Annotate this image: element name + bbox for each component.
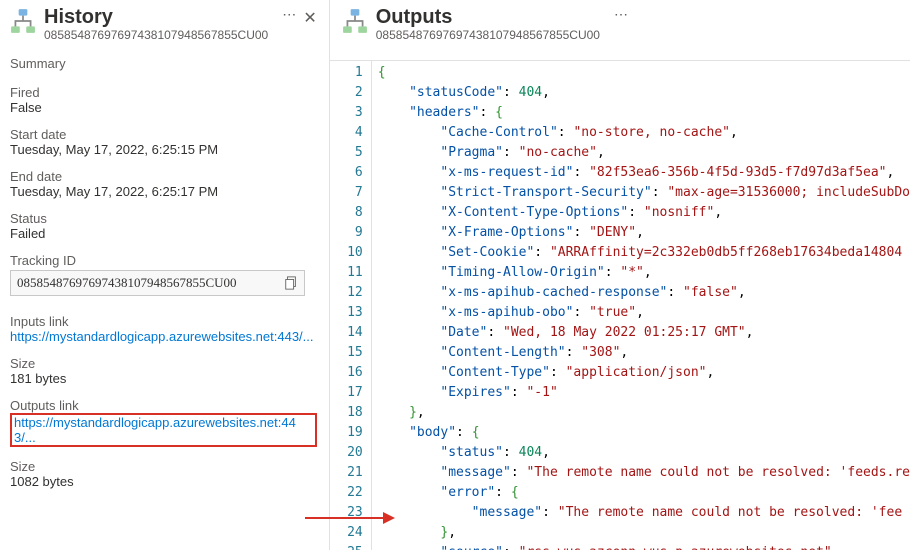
outputs-run-id: 08585487697697438107948567855CU00 bbox=[376, 28, 600, 42]
copy-icon[interactable] bbox=[284, 276, 298, 290]
summary-label: Summary bbox=[10, 56, 317, 71]
outputs-pane: Outputs 08585487697697438107948567855CU0… bbox=[330, 0, 910, 550]
start-date-value: Tuesday, May 17, 2022, 6:25:15 PM bbox=[10, 142, 317, 157]
outputs-size-label: Size bbox=[10, 459, 317, 474]
code-body[interactable]: { "statusCode": 404, "headers": { "Cache… bbox=[372, 61, 910, 550]
workflow-icon bbox=[10, 8, 36, 34]
tracking-id-value: 08585487697697438107948567855CU00 bbox=[17, 275, 237, 291]
end-date-label: End date bbox=[10, 169, 317, 184]
inputs-size-value: 181 bytes bbox=[10, 371, 317, 386]
more-icon[interactable]: ⋯ bbox=[614, 6, 628, 23]
tracking-id-field[interactable]: 08585487697697438107948567855CU00 bbox=[10, 270, 305, 296]
outputs-title: Outputs bbox=[376, 6, 600, 28]
line-gutter: 1234567891011121314151617181920212223242… bbox=[330, 61, 372, 550]
fired-label: Fired bbox=[10, 85, 317, 100]
status-value: Failed bbox=[10, 226, 317, 241]
end-date-value: Tuesday, May 17, 2022, 6:25:17 PM bbox=[10, 184, 317, 199]
arrow-annotation-icon bbox=[305, 509, 395, 527]
inputs-link-label: Inputs link bbox=[10, 314, 317, 329]
inputs-size-label: Size bbox=[10, 356, 317, 371]
start-date-label: Start date bbox=[10, 127, 317, 142]
history-title: History bbox=[44, 6, 268, 28]
workflow-icon bbox=[342, 8, 368, 34]
fired-value: False bbox=[10, 100, 317, 115]
history-pane: ✕ History 08585487697697438107948567855C… bbox=[0, 0, 330, 550]
outputs-link-label: Outputs link bbox=[10, 398, 317, 413]
json-editor[interactable]: 1234567891011121314151617181920212223242… bbox=[330, 60, 910, 550]
outputs-size-value: 1082 bytes bbox=[10, 474, 317, 489]
close-icon[interactable]: ✕ bbox=[303, 8, 316, 28]
history-run-id: 08585487697697438107948567855CU00 bbox=[44, 28, 268, 42]
outputs-link[interactable]: https://mystandardlogicapp.azurewebsites… bbox=[10, 413, 317, 447]
inputs-link[interactable]: https://mystandardlogicapp.azurewebsites… bbox=[10, 329, 317, 344]
more-icon[interactable]: ⋯ bbox=[282, 6, 296, 23]
tracking-id-label: Tracking ID bbox=[10, 253, 317, 268]
status-label: Status bbox=[10, 211, 317, 226]
